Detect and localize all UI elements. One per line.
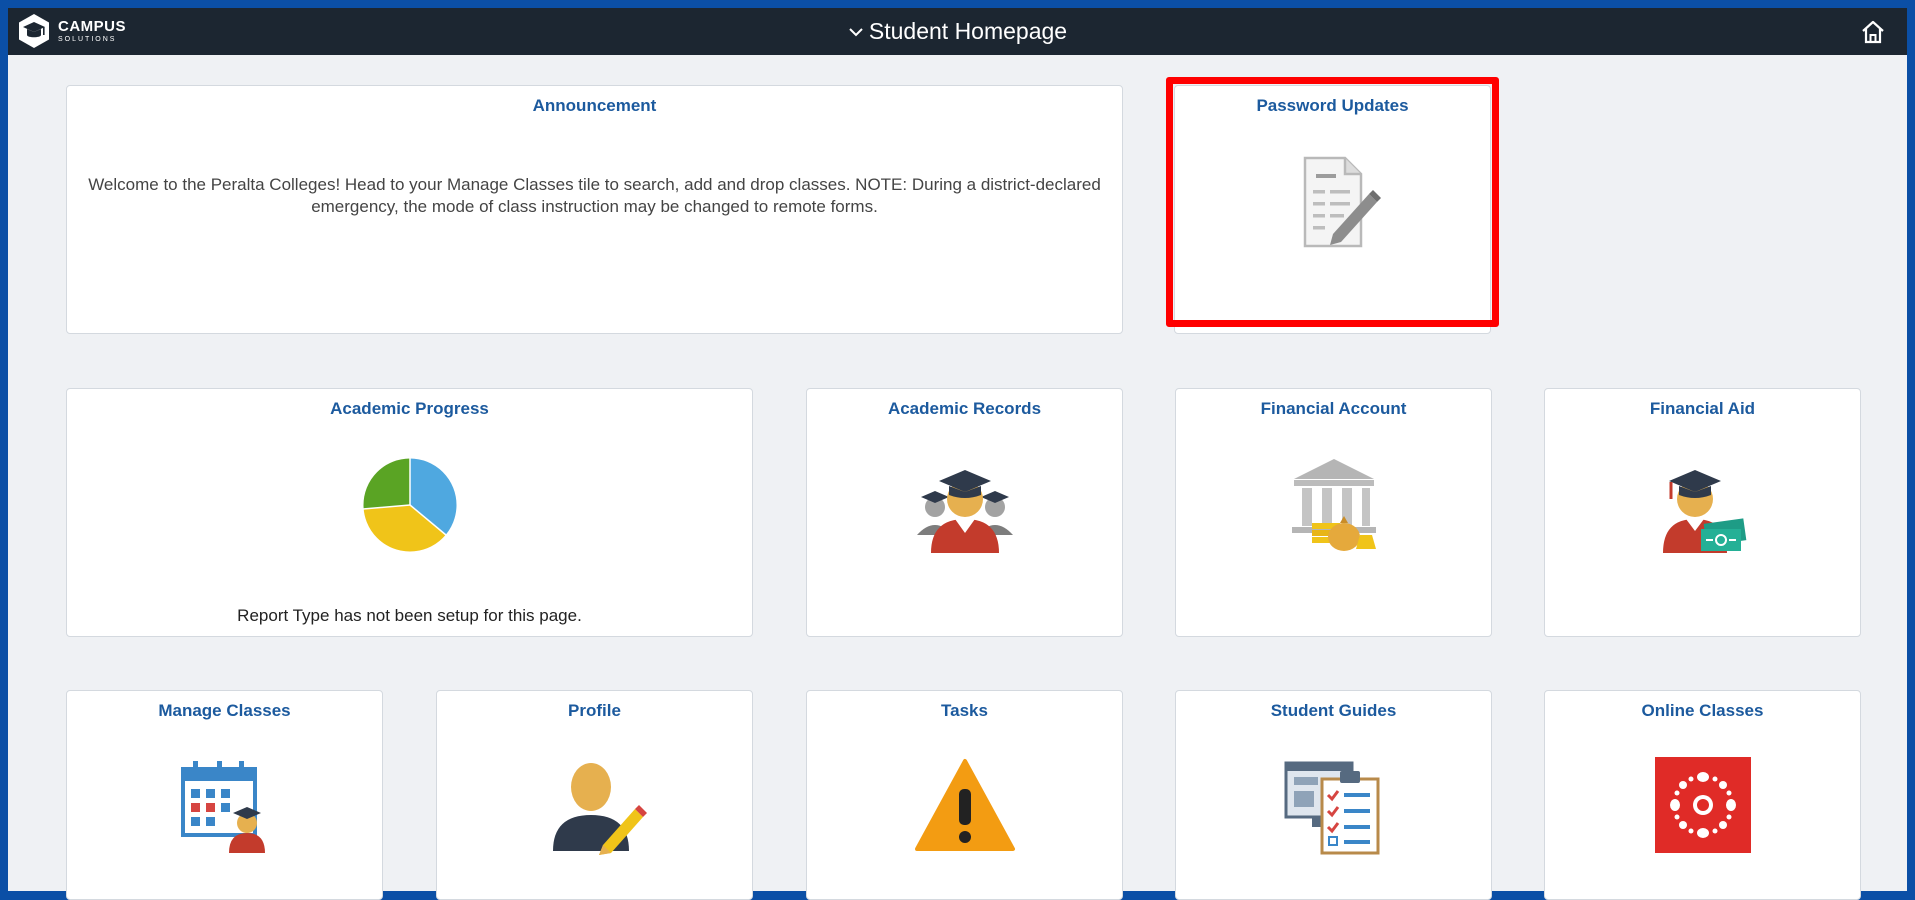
home-icon[interactable] — [1859, 18, 1887, 46]
tile-title: Manage Classes — [158, 701, 291, 720]
tile-title: Financial Account — [1260, 399, 1407, 418]
page-title: Student Homepage — [868, 18, 1068, 44]
tile-title: Financial Aid — [1649, 399, 1756, 418]
announcement-text: Welcome to the Peralta Colleges! Head to… — [88, 175, 1101, 216]
calendar-student-icon — [180, 761, 265, 853]
pie-chart-icon — [362, 457, 457, 553]
warning-icon — [914, 759, 1015, 851]
highlight-box — [1166, 77, 1499, 327]
checklist-icon — [1284, 761, 1379, 855]
graduates-icon — [916, 470, 1013, 553]
tile-title: Academic Records — [887, 399, 1042, 418]
profile-tile[interactable]: Profile — [436, 690, 753, 900]
tile-title: Online Classes — [1641, 701, 1764, 720]
financial-account-tile[interactable]: Financial Account — [1175, 388, 1492, 637]
academic-progress-tile[interactable]: Academic Progress Report Type has not be… — [66, 388, 753, 637]
tile-title: Academic Progress — [330, 399, 489, 418]
online-classes-tile[interactable]: Online Classes — [1544, 690, 1861, 900]
chevron-down-icon — [849, 27, 863, 36]
tile-title: Tasks — [941, 701, 988, 720]
tasks-tile[interactable]: Tasks — [806, 690, 1123, 900]
canvas-icon — [1654, 757, 1751, 853]
financial-aid-tile[interactable]: Financial Aid — [1544, 388, 1861, 637]
tile-title: Profile — [568, 701, 621, 720]
tile-title: Announcement — [532, 96, 657, 115]
user-edit-icon — [552, 763, 647, 855]
bank-icon — [1291, 459, 1376, 551]
graduate-money-icon — [1662, 470, 1746, 553]
announcement-tile[interactable]: Announcement Welcome to the Peralta Coll… — [66, 85, 1123, 334]
page-title-dropdown[interactable]: Student Homepage — [8, 8, 1907, 55]
header-bar: CAMPUS SOLUTIONS Student Homepage — [8, 8, 1907, 55]
student-guides-tile[interactable]: Student Guides — [1175, 690, 1492, 900]
academic-records-tile[interactable]: Academic Records — [806, 388, 1123, 637]
manage-classes-tile[interactable]: Manage Classes — [66, 690, 383, 900]
tile-title: Student Guides — [1270, 701, 1397, 720]
report-note: Report Type has not been setup for this … — [237, 606, 582, 625]
